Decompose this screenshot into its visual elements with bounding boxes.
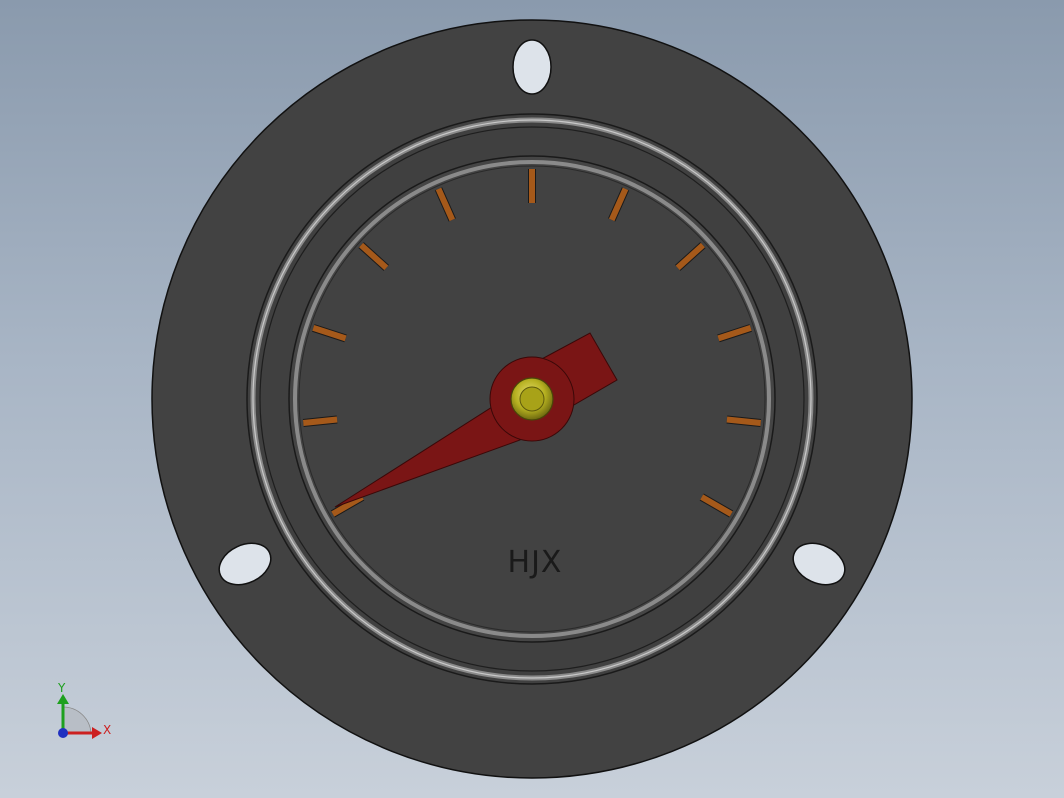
scale-tick [726,416,762,426]
triad-plane-arc [62,706,92,734]
cad-viewport[interactable]: HJX Y X [0,0,1064,798]
y-axis-arrow [57,694,69,704]
pressure-gauge[interactable]: HJX [151,19,913,779]
z-axis-dot [58,728,68,738]
scale-tick [302,416,338,426]
dial-brand-label: HJX [508,545,563,580]
y-axis-label: Y [57,681,66,695]
axis-triad[interactable]: Y X [57,681,111,739]
hub-cap-center [519,386,545,412]
mounting-hole-top [512,39,552,95]
x-axis-label: X [103,723,111,737]
x-axis-arrow [92,727,102,739]
